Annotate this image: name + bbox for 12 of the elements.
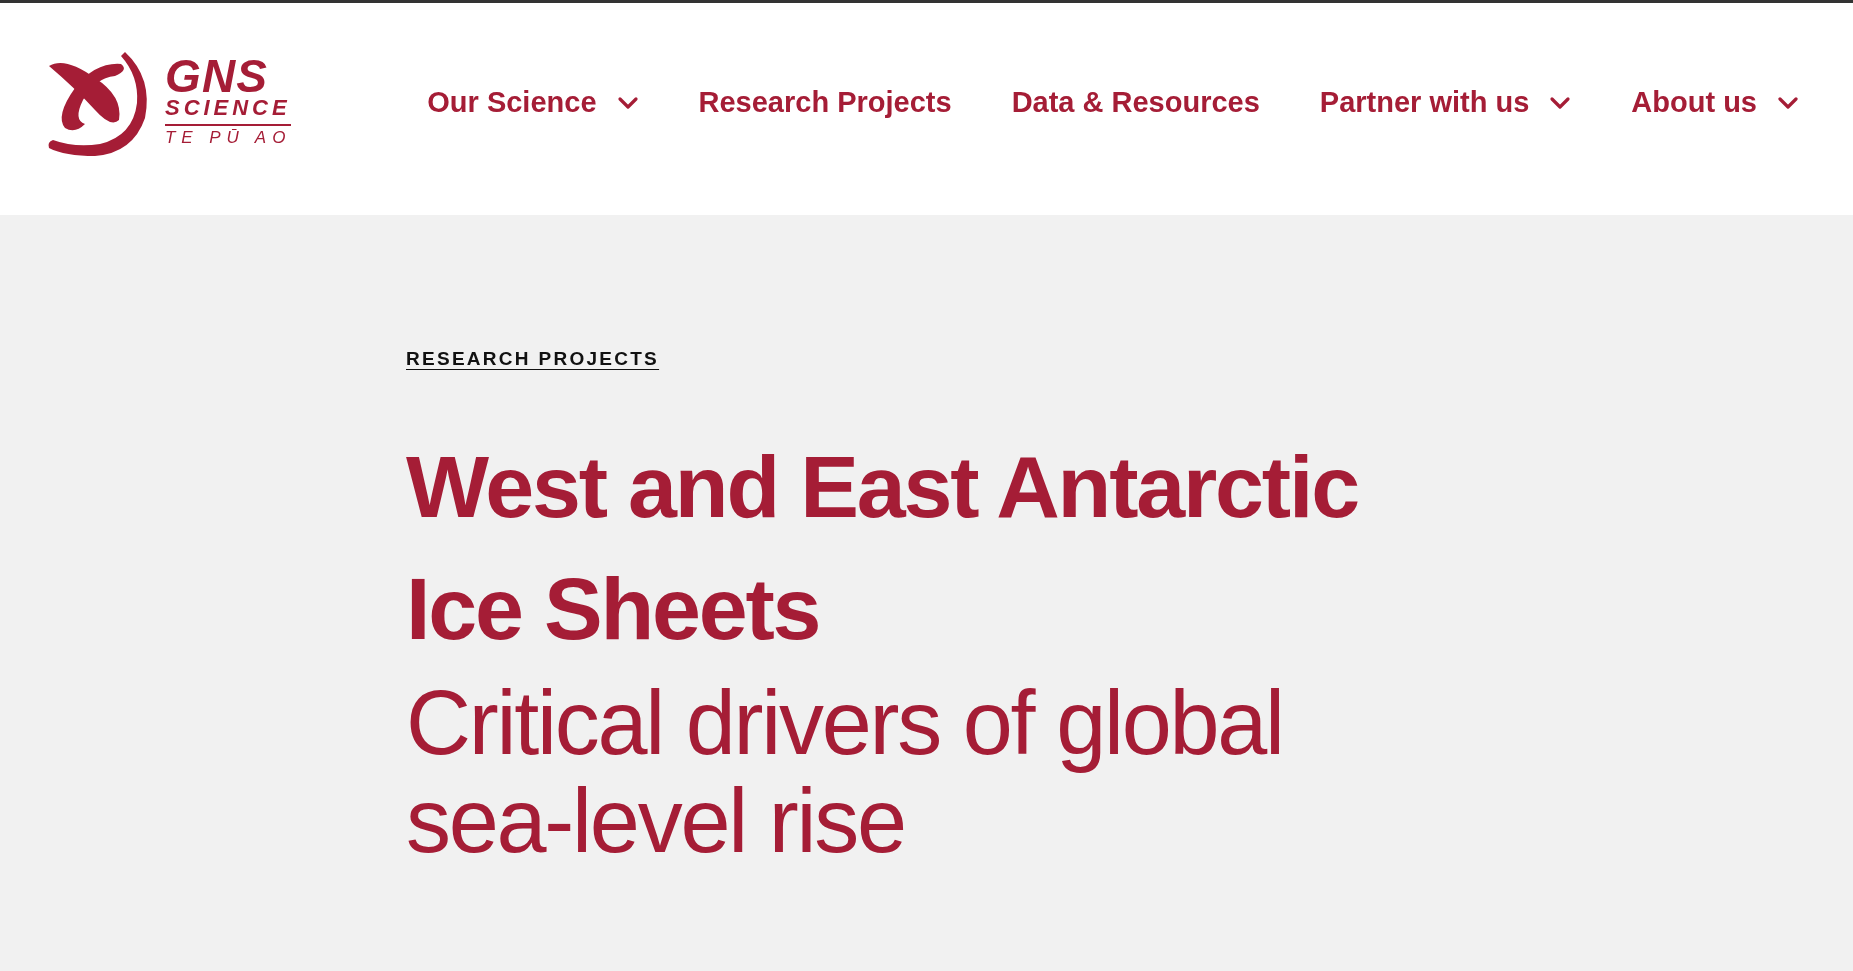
nav-link[interactable]: Our Science [427,81,639,125]
logo-tagline: TE PŪ AO [165,127,292,149]
breadcrumb-link[interactable]: RESEARCH PROJECTS [406,345,660,374]
page-subtitle: Critical drivers of global sea-level rise [406,673,1284,870]
logo-wordmark: GNS [165,56,269,96]
nav-link[interactable]: Partner with us [1319,81,1572,125]
logo[interactable]: GNS SCIENCE TE PŪ AO [45,48,292,158]
nav-link[interactable]: Research Projects [698,81,952,125]
nav-link[interactable]: About us [1631,81,1799,125]
nav-link[interactable]: Data & Resources [1011,81,1260,125]
page-title: West and East Antarctic Ice Sheets [406,435,1359,660]
logo-subtitle: SCIENCE [165,96,292,126]
